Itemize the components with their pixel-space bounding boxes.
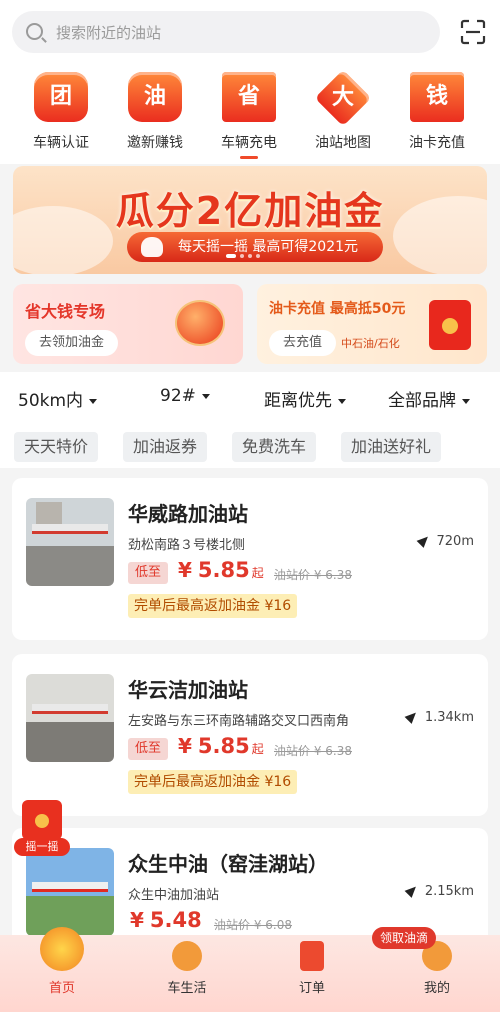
tag-daily-deal[interactable]: 天天特价	[14, 432, 99, 462]
carousel-dots	[226, 254, 260, 258]
navigation-arrow-icon	[416, 533, 431, 548]
nav-home[interactable]: 首页	[12, 927, 112, 996]
brand-select[interactable]: 全部品牌	[388, 386, 470, 411]
quick-station-map[interactable]: 大 油站地图	[298, 69, 388, 162]
navigation-arrow-icon	[404, 883, 420, 898]
quick-label: 车辆充电	[221, 135, 277, 151]
promo-title: 省大钱专场	[25, 302, 106, 321]
station-photo	[26, 674, 114, 762]
station-card[interactable]: 华云洁加油站 左安路与东三环南路辅路交叉口西南角 1.34km 低至 ¥5.85…	[12, 654, 488, 816]
fuel-type-select[interactable]: 92#	[160, 386, 210, 406]
filter-bar: 50km内 92# 距离优先 全部品牌 天天特价 加油返券 免费洗车 加油送好礼	[0, 372, 500, 468]
nav-label: 首页	[48, 981, 75, 996]
original-price: 油站价 ¥ 6.08	[214, 918, 292, 932]
station-name: 众生中油（窑洼湖站）	[128, 852, 328, 876]
top-bar: 搜索附近的油站	[0, 0, 500, 62]
promo-title: 油卡充值 最高抵50元	[269, 301, 406, 317]
station-price: ¥5.48	[130, 908, 202, 932]
lantern-icon	[175, 300, 225, 346]
station-address: 左安路与东三环南路辅路交叉口西南角	[128, 714, 350, 729]
caret-down-icon	[462, 398, 470, 404]
quick-invite[interactable]: 油 邀新赚钱	[110, 72, 200, 162]
qian-icon: 钱	[410, 72, 464, 122]
low-price-label: 低至	[128, 562, 169, 584]
quick-label: 车辆认证	[33, 135, 89, 151]
station-name: 华威路加油站	[128, 502, 248, 526]
nav-me[interactable]: 我的	[387, 941, 487, 996]
station-photo	[26, 848, 114, 936]
car-life-icon	[172, 941, 202, 971]
promo-note: 中石油/石化	[341, 337, 400, 350]
hand-icon	[141, 237, 163, 257]
navigation-arrow-icon	[404, 709, 420, 724]
nav-label: 车生活	[167, 981, 207, 996]
bottom-nav: 首页 车生活 订单 我的 领取油滴	[0, 927, 500, 1012]
low-price-label: 低至	[128, 738, 169, 760]
scan-icon[interactable]	[460, 19, 486, 45]
quick-label: 油卡充值	[409, 135, 465, 151]
station-price: ¥5.85 起	[178, 558, 264, 582]
banner-title: 瓜分2亿加油金	[115, 189, 385, 233]
quick-charging[interactable]: 省 车辆充电	[204, 72, 294, 162]
station-name: 华云洁加油站	[128, 678, 248, 702]
orders-icon	[300, 941, 324, 971]
promo-card-recharge[interactable]: 油卡充值 最高抵50元 去充值 中石油/石化	[257, 284, 487, 364]
original-price: 油站价 ¥ 6.38	[274, 568, 352, 582]
recharge-button[interactable]: 去充值	[269, 330, 337, 356]
quick-label: 邀新赚钱	[127, 135, 183, 151]
home-icon	[40, 927, 84, 971]
nav-label: 订单	[298, 981, 325, 996]
search-icon	[26, 23, 43, 40]
station-card[interactable]: 华威路加油站 劲松南路３号楼北侧 720m 低至 ¥5.85 起 油站价 ¥ 6.…	[12, 478, 488, 640]
tag-coupon[interactable]: 加油返券	[123, 432, 208, 462]
red-envelope-icon	[22, 800, 62, 840]
station-address: 劲松南路３号楼北侧	[128, 538, 246, 553]
nav-car-life[interactable]: 车生活	[137, 941, 237, 996]
quick-vehicle-auth[interactable]: 团 车辆认证	[16, 72, 106, 162]
quick-entries: 团 车辆认证 油 邀新赚钱 省 车辆充电 大 油站地图 钱 油卡充值	[0, 62, 500, 164]
claim-fuel-credit-button[interactable]: 去领加油金	[25, 330, 119, 356]
sheng-icon: 省	[222, 72, 276, 122]
station-distance: 2.15km	[404, 883, 474, 899]
tag-car-wash[interactable]: 免费洗车	[232, 432, 317, 462]
tuan-icon: 团	[34, 72, 88, 122]
quick-label: 油站地图	[315, 135, 371, 151]
nav-orders[interactable]: 订单	[262, 941, 362, 996]
station-price: ¥5.85 起	[178, 734, 264, 758]
shake-label: 摇一摇	[14, 838, 70, 856]
sort-select[interactable]: 距离优先	[264, 386, 346, 411]
station-distance: 1.34km	[404, 709, 474, 725]
caret-down-icon	[338, 398, 346, 404]
quick-card-recharge[interactable]: 钱 油卡充值	[392, 72, 482, 162]
station-photo	[26, 498, 114, 586]
shake-widget[interactable]: 摇一摇	[14, 800, 70, 858]
red-envelope-icon	[429, 300, 471, 350]
active-underline	[240, 156, 258, 159]
you-icon: 油	[128, 72, 182, 122]
da-icon: 大	[314, 69, 372, 127]
search-input[interactable]: 搜索附近的油站	[12, 11, 440, 53]
range-select[interactable]: 50km内	[18, 386, 98, 411]
tag-gift[interactable]: 加油送好礼	[341, 432, 442, 462]
promo-card-savings[interactable]: 省大钱专场 去领加油金	[13, 284, 243, 364]
cashback-badge: 完单后最高返加油金 ¥16	[128, 770, 298, 794]
original-price: 油站价 ¥ 6.38	[274, 744, 352, 758]
caret-down-icon	[89, 398, 98, 404]
cashback-badge: 完单后最高返加油金 ¥16	[128, 594, 298, 618]
claim-oil-drops-badge[interactable]: 领取油滴	[372, 927, 437, 949]
nav-label: 我的	[423, 981, 450, 996]
station-address: 众生中油加油站	[128, 888, 220, 903]
search-placeholder: 搜索附近的油站	[56, 24, 162, 42]
station-distance: 720m	[416, 533, 474, 549]
caret-down-icon	[201, 393, 210, 399]
